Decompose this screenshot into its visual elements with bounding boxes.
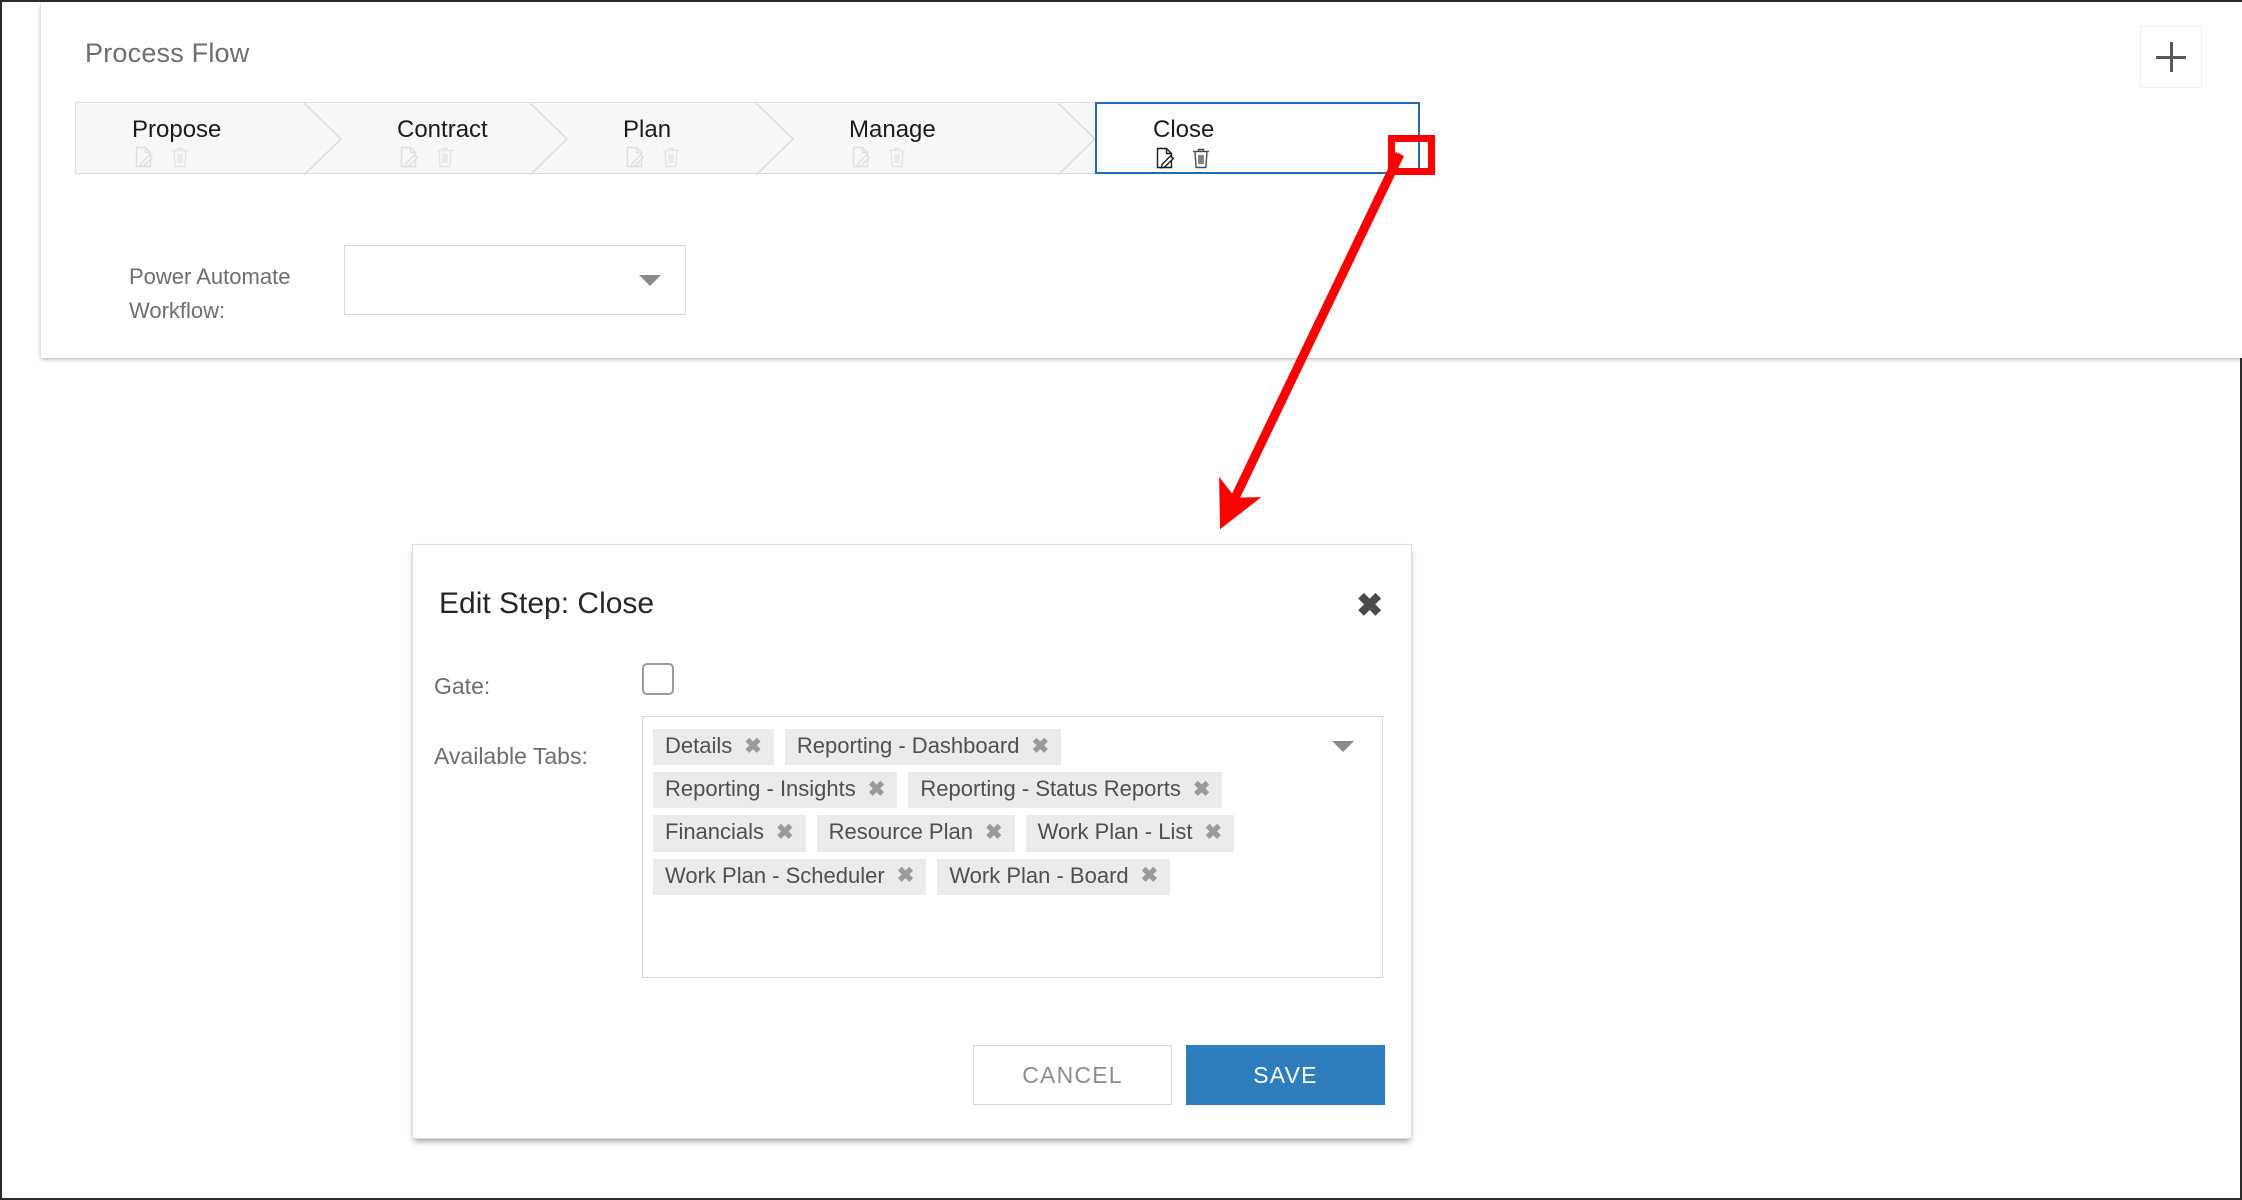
- flow-step-label: Manage: [849, 116, 936, 143]
- app-screen: Process Flow Propose Contract Plan Manage Cl…: [0, 0, 2242, 1200]
- plus-icon: [2154, 40, 2188, 74]
- edit-document-pencil-icon[interactable]: [849, 145, 873, 169]
- trash-icon[interactable]: [659, 145, 683, 169]
- flow-step-actions: [397, 145, 457, 169]
- flow-step-manage[interactable]: Manage: [793, 102, 1096, 175]
- flow-step-label: Plan: [623, 116, 672, 143]
- tab-chip[interactable]: Reporting - Status Reports ✖: [908, 772, 1223, 809]
- chevron-down-icon: [639, 275, 661, 286]
- flow-step-actions: [1153, 146, 1213, 170]
- flow-step-actions: [623, 145, 683, 169]
- step-chevron-icon: [756, 103, 794, 175]
- edit-document-pencil-icon[interactable]: [1153, 146, 1177, 170]
- tab-chip-label: Details: [665, 733, 733, 758]
- flow-step-close[interactable]: Close: [1095, 102, 1420, 174]
- chip-remove-icon[interactable]: ✖: [744, 735, 762, 758]
- flow-step-propose[interactable]: Propose: [75, 102, 342, 175]
- step-chevron-icon: [530, 103, 568, 175]
- chip-remove-icon[interactable]: ✖: [985, 821, 1003, 844]
- chip-remove-icon[interactable]: ✖: [1193, 778, 1211, 801]
- edit-document-pencil-icon[interactable]: [132, 145, 156, 169]
- flow-step-plan[interactable]: Plan: [567, 102, 794, 175]
- chevron-down-icon[interactable]: [1332, 741, 1354, 752]
- tab-chip[interactable]: Reporting - Dashboard ✖: [784, 729, 1062, 766]
- page-title: Process Flow: [85, 38, 250, 68]
- power-automate-workflow-select[interactable]: [344, 245, 686, 315]
- flow-step-actions: [132, 145, 192, 169]
- step-chevron-icon: [1058, 103, 1096, 175]
- tab-chip[interactable]: Work Plan - Scheduler ✖: [653, 858, 927, 895]
- dialog-title: Edit Step: Close: [439, 587, 655, 620]
- edit-document-pencil-icon[interactable]: [623, 145, 647, 169]
- flow-step-actions: [849, 145, 909, 169]
- dialog-actions: CANCEL SAVE: [973, 1045, 1385, 1105]
- available-tabs-label: Available Tabs:: [434, 743, 588, 769]
- tab-chip[interactable]: Work Plan - List ✖: [1025, 815, 1235, 852]
- tab-chip-list: Details ✖ Reporting - Dashboard ✖ Reporting …: [653, 729, 1313, 895]
- gate-checkbox[interactable]: [642, 663, 674, 695]
- flow-step-label: Close: [1153, 116, 1215, 143]
- tab-chip-label: Reporting - Status Reports: [920, 776, 1181, 802]
- flow-step-contract[interactable]: Contract: [341, 102, 568, 175]
- chip-remove-icon[interactable]: ✖: [1204, 821, 1222, 844]
- tab-chip-label: Reporting - Insights: [665, 776, 856, 802]
- chip-remove-icon[interactable]: ✖: [1141, 864, 1159, 887]
- save-button[interactable]: SAVE: [1186, 1045, 1385, 1105]
- process-flow-steps: Propose Contract Plan Manage Close: [75, 102, 1712, 175]
- add-step-button[interactable]: [2140, 26, 2202, 88]
- chip-remove-icon[interactable]: ✖: [776, 821, 794, 844]
- available-tabs-multiselect[interactable]: Details ✖ Reporting - Dashboard ✖ Reporting …: [642, 716, 1383, 978]
- chip-remove-icon[interactable]: ✖: [897, 864, 915, 887]
- tab-chip-label: Work Plan - Board: [949, 862, 1129, 888]
- power-automate-workflow-label: Power Automate Workflow:: [129, 264, 291, 323]
- tab-chip-label: Reporting - Dashboard: [796, 733, 1020, 758]
- trash-icon[interactable]: [433, 145, 457, 169]
- chip-remove-icon[interactable]: ✖: [1031, 735, 1049, 758]
- cancel-button[interactable]: CANCEL: [973, 1045, 1172, 1105]
- trash-icon[interactable]: [1189, 146, 1213, 170]
- close-x-icon[interactable]: ✖: [1356, 589, 1383, 621]
- trash-icon[interactable]: [168, 145, 192, 169]
- tab-chip[interactable]: Details ✖: [653, 729, 774, 766]
- edit-step-dialog: Edit Step: Close ✖ Gate: Available Tabs:…: [412, 544, 1412, 1139]
- gate-label: Gate:: [434, 673, 491, 699]
- edit-document-pencil-icon[interactable]: [397, 145, 421, 169]
- process-flow-panel: Process Flow Propose Contract Plan Manage Cl…: [40, 2, 2242, 358]
- tab-chip[interactable]: Resource Plan ✖: [816, 815, 1015, 852]
- trash-icon[interactable]: [885, 145, 909, 169]
- gate-field-row: Gate:: [413, 663, 1411, 711]
- tab-chip[interactable]: Reporting - Insights ✖: [653, 772, 898, 809]
- flow-step-label: Contract: [397, 116, 488, 143]
- flow-step-label: Propose: [132, 116, 222, 143]
- tab-chip[interactable]: Financials ✖: [653, 815, 806, 852]
- tab-chip-label: Resource Plan: [828, 819, 973, 845]
- tab-chip[interactable]: Work Plan - Board ✖: [937, 858, 1171, 895]
- tab-chip-label: Financials: [665, 819, 765, 845]
- step-chevron-icon: [304, 103, 342, 175]
- tab-chip-label: Work Plan - List: [1037, 819, 1193, 845]
- chip-remove-icon[interactable]: ✖: [868, 778, 886, 801]
- tab-chip-label: Work Plan - Scheduler: [665, 862, 885, 888]
